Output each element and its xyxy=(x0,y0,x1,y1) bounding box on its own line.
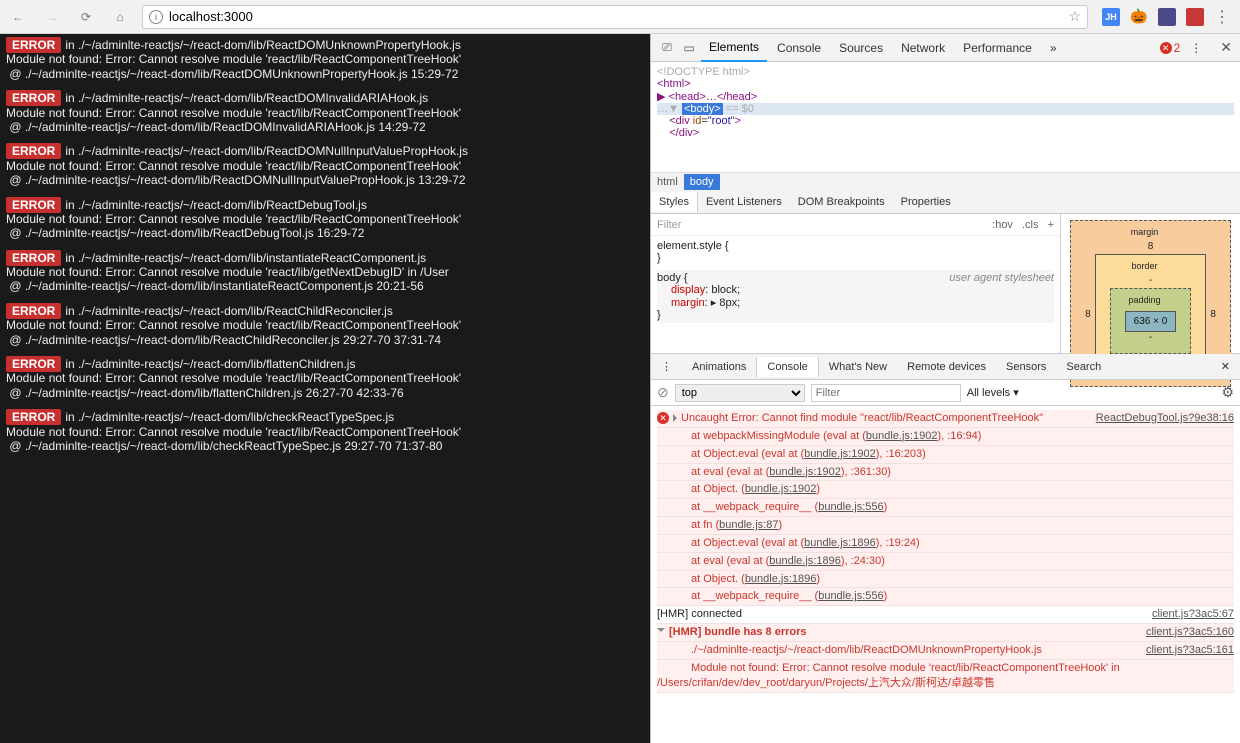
device-toolbar-icon[interactable]: ▭ xyxy=(679,41,699,55)
crumb-body[interactable]: body xyxy=(684,174,720,190)
drawer-tab-animations[interactable]: Animations xyxy=(682,357,756,377)
chrome-menu-icon[interactable]: ⋮ xyxy=(1214,7,1230,27)
back-button[interactable]: ← xyxy=(6,5,30,29)
build-error: ERRORin ./~/adminlte-reactjs/~/react-dom… xyxy=(0,38,650,81)
dom-doctype: <!DOCTYPE html> xyxy=(657,66,750,78)
cls-toggle[interactable]: .cls xyxy=(1022,219,1039,231)
drawer-tab-console[interactable]: Console xyxy=(756,357,818,377)
console-line[interactable]: client.js?3ac5:161./~/adminlte-reactjs/~… xyxy=(657,642,1234,660)
build-error: ERRORin ./~/adminlte-reactjs/~/react-dom… xyxy=(0,144,650,187)
log-levels-select[interactable]: All levels ▾ xyxy=(967,386,1019,399)
reload-button[interactable]: ⟳ xyxy=(74,5,98,29)
console-line[interactable]: at __webpack_require__ (bundle.js:556) xyxy=(657,588,1234,606)
console-line[interactable]: at Object.eval (eval at (bundle.js:1896)… xyxy=(657,535,1234,553)
site-info-icon[interactable]: i xyxy=(149,10,163,24)
dom-html[interactable]: <html> xyxy=(657,78,691,90)
tab-sources[interactable]: Sources xyxy=(831,35,891,61)
tab-performance[interactable]: Performance xyxy=(955,35,1040,61)
drawer-tab-whatsnew[interactable]: What's New xyxy=(819,357,897,377)
crumb-html[interactable]: html xyxy=(651,174,684,190)
console-line[interactable]: at eval (eval at (bundle.js:1896), :24:3… xyxy=(657,553,1234,571)
tab-elements[interactable]: Elements xyxy=(701,34,767,62)
tabs-overflow-icon[interactable]: » xyxy=(1042,35,1065,61)
error-count-badge[interactable]: ✕2 xyxy=(1160,41,1181,55)
subtab-event-listeners[interactable]: Event Listeners xyxy=(698,192,790,212)
home-button[interactable]: ⌂ xyxy=(108,5,132,29)
breadcrumb: html body xyxy=(651,172,1240,190)
console-line[interactable]: at Object. (bundle.js:1902) xyxy=(657,481,1234,499)
new-rule-icon[interactable]: + xyxy=(1048,219,1054,231)
subtab-dom-breakpoints[interactable]: DOM Breakpoints xyxy=(790,192,893,212)
subtab-properties[interactable]: Properties xyxy=(893,192,959,212)
dom-div-close: </div> xyxy=(657,127,699,139)
elements-panel: <!DOCTYPE html> <html> ▶ <head>…</head> … xyxy=(651,62,1240,190)
drawer-tab-sensors[interactable]: Sensors xyxy=(996,357,1056,377)
console-settings-icon[interactable]: ⚙ xyxy=(1221,384,1234,401)
build-error: ERRORin ./~/adminlte-reactjs/~/react-dom… xyxy=(0,251,650,294)
extension-icons: JH 🎃 ⋮ xyxy=(1098,7,1234,27)
console-line[interactable]: at Object.eval (eval at (bundle.js:1902)… xyxy=(657,446,1234,464)
build-error: ERRORin ./~/adminlte-reactjs/~/react-dom… xyxy=(0,91,650,134)
extension-purple-icon[interactable] xyxy=(1158,8,1176,26)
devtools-main-tabs: ⎚ ▭ Elements Console Sources Network Per… xyxy=(651,34,1240,62)
extension-jh-icon[interactable]: JH xyxy=(1102,8,1120,26)
devtools-close-icon[interactable]: ✕ xyxy=(1212,39,1240,56)
dom-tree[interactable]: <!DOCTYPE html> <html> ▶ <head>…</head> … xyxy=(651,62,1240,172)
drawer-menu-icon[interactable]: ⋮ xyxy=(651,356,682,377)
dom-div-root[interactable]: <div id="root"> xyxy=(657,115,1234,127)
styles-filter-input[interactable]: Filter xyxy=(657,219,681,231)
console-line[interactable]: at eval (eval at (bundle.js:1902), :361:… xyxy=(657,464,1234,482)
box-margin-top: 8 xyxy=(1085,241,1216,252)
console-filter-input[interactable] xyxy=(811,384,961,402)
build-error: ERRORin ./~/adminlte-reactjs/~/react-dom… xyxy=(0,357,650,400)
drawer-close-icon[interactable]: ✕ xyxy=(1211,356,1240,377)
console-line[interactable]: at Object. (bundle.js:1896) xyxy=(657,571,1234,589)
console-line[interactable]: at webpackMissingModule (eval at (bundle… xyxy=(657,428,1234,446)
dom-head[interactable]: ▶ <head>…</head> xyxy=(657,91,757,103)
console-line[interactable]: Module not found: Error: Cannot resolve … xyxy=(657,660,1234,693)
box-model-panel: margin 8 8 border - padding 636 × 0 - xyxy=(1060,214,1240,353)
extension-red-icon[interactable] xyxy=(1186,8,1204,26)
address-bar[interactable]: i ☆ xyxy=(142,5,1088,29)
webpack-error-overlay: ERRORin ./~/adminlte-reactjs/~/react-dom… xyxy=(0,34,650,743)
drawer-tab-search[interactable]: Search xyxy=(1056,357,1111,377)
url-input[interactable] xyxy=(169,9,1062,24)
console-toolbar: ⊘ top All levels ▾ ⚙ xyxy=(651,380,1240,406)
css-rules[interactable]: element.style { } user agent stylesheet … xyxy=(651,236,1060,353)
build-error: ERRORin ./~/adminlte-reactjs/~/react-dom… xyxy=(0,304,650,347)
box-content-size: 636 × 0 xyxy=(1125,311,1177,332)
console-line[interactable]: at __webpack_require__ (bundle.js:556) xyxy=(657,499,1234,517)
inspect-element-icon[interactable]: ⎚ xyxy=(657,40,677,55)
console-line[interactable]: ReactDebugTool.js?9e38:16✕Uncaught Error… xyxy=(657,410,1234,428)
drawer-tab-remote[interactable]: Remote devices xyxy=(897,357,996,377)
dom-body-row[interactable]: …▼ <body> == $0 xyxy=(657,103,1234,115)
build-error: ERRORin ./~/adminlte-reactjs/~/react-dom… xyxy=(0,198,650,241)
devtools-menu-icon[interactable]: ⋮ xyxy=(1182,35,1210,61)
context-select[interactable]: top xyxy=(675,384,805,402)
forward-button[interactable]: → xyxy=(40,5,64,29)
box-margin-label: margin xyxy=(1079,227,1210,237)
build-error: ERRORin ./~/adminlte-reactjs/~/react-dom… xyxy=(0,410,650,453)
styles-tabs: Styles Event Listeners DOM Breakpoints P… xyxy=(651,190,1240,214)
console-output[interactable]: ReactDebugTool.js?9e38:16✕Uncaught Error… xyxy=(651,406,1240,743)
console-line[interactable]: at fn (bundle.js:87) xyxy=(657,517,1234,535)
drawer-tabs: ⋮ Animations Console What's New Remote d… xyxy=(651,354,1240,380)
extension-pumpkin-icon[interactable]: 🎃 xyxy=(1130,8,1148,26)
tab-console[interactable]: Console xyxy=(769,35,829,61)
bookmark-star-icon[interactable]: ☆ xyxy=(1068,8,1081,25)
subtab-styles[interactable]: Styles xyxy=(651,192,698,212)
tab-network[interactable]: Network xyxy=(893,35,953,61)
hov-toggle[interactable]: :hov xyxy=(992,219,1013,231)
clear-console-icon[interactable]: ⊘ xyxy=(657,384,669,401)
console-line[interactable]: client.js?3ac5:67[HMR] connected xyxy=(657,606,1234,624)
console-line[interactable]: client.js?3ac5:160[HMR] bundle has 8 err… xyxy=(657,624,1234,642)
browser-toolbar: ← → ⟳ ⌂ i ☆ JH 🎃 ⋮ xyxy=(0,0,1240,34)
styles-panel: Filter :hov .cls + element.style { } use… xyxy=(651,214,1240,354)
ua-stylesheet-label: user agent stylesheet xyxy=(949,272,1054,284)
devtools-panel: ⎚ ▭ Elements Console Sources Network Per… xyxy=(650,34,1240,743)
